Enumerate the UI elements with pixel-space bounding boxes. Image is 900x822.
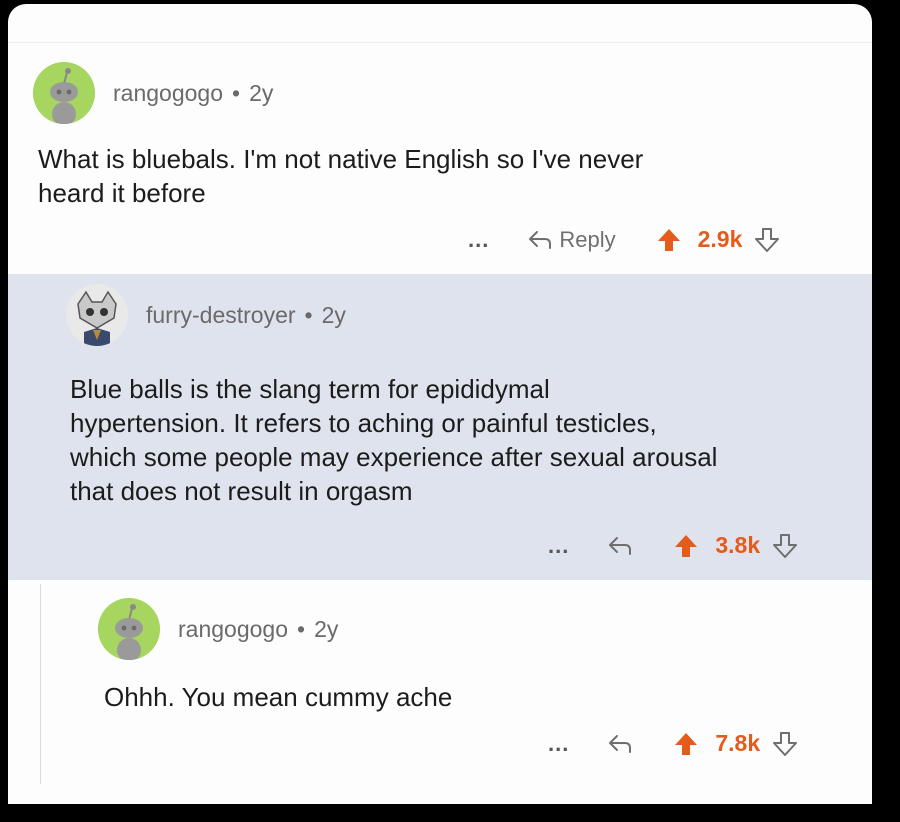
top-divider <box>8 42 872 43</box>
upvote-arrow-icon[interactable] <box>673 731 699 757</box>
vote-score: 2.9k <box>697 226 743 252</box>
comment-text-line: Blue balls is the slang term for epididy… <box>70 374 550 404</box>
comment-1-header: rangogogo • 2y <box>33 62 273 124</box>
comment-body: What is bluebals. I'm not native English… <box>38 142 643 210</box>
comment-age: 2y <box>249 79 274 106</box>
comment-1: rangogogo • 2y What is bluebals. I'm not… <box>8 56 872 272</box>
upvote-arrow-icon[interactable] <box>656 227 682 253</box>
comment-actions: ... 3.8k <box>548 532 798 559</box>
snoo-avatar-icon <box>33 62 95 124</box>
upvote-arrow-icon[interactable] <box>673 533 699 559</box>
username[interactable]: rangogogo <box>178 616 288 643</box>
meta-separator: • <box>304 301 313 328</box>
username[interactable]: rangogogo <box>113 80 223 107</box>
snoo-avatar-icon <box>98 598 160 660</box>
comment-text-line: What is bluebals. I'm not native English… <box>38 144 644 174</box>
comment-text-line: which some people may experience after s… <box>70 442 718 472</box>
more-dots-icon[interactable]: ... <box>548 533 569 559</box>
comment-2-header: furry-destroyer • 2y <box>66 284 346 346</box>
reply-button[interactable] <box>607 535 633 557</box>
more-dots-icon[interactable]: ... <box>548 731 569 757</box>
comment-meta: furry-destroyer • 2y <box>146 302 346 329</box>
comment-2: furry-destroyer • 2y Blue balls is the s… <box>8 274 872 580</box>
reply-arrow-icon <box>529 230 552 249</box>
downvote-arrow-icon[interactable] <box>754 227 780 253</box>
comment-thread-card: rangogogo • 2y What is bluebals. I'm not… <box>8 4 872 804</box>
user-avatar[interactable] <box>66 284 128 346</box>
comment-text-line: hypertension. It refers to aching or pai… <box>70 408 657 438</box>
downvote-arrow-icon[interactable] <box>772 731 798 757</box>
meta-separator: • <box>232 79 241 106</box>
comment-meta: rangogogo • 2y <box>178 616 338 643</box>
user-avatar[interactable] <box>33 62 95 124</box>
vote-score: 3.8k <box>715 532 761 558</box>
comment-age: 2y <box>321 301 346 328</box>
comment-body: Ohhh. You mean cummy ache <box>104 680 452 714</box>
comment-meta: rangogogo • 2y <box>113 80 273 107</box>
reply-button[interactable] <box>607 733 633 755</box>
meta-separator: • <box>297 615 306 642</box>
reply-button[interactable]: Reply <box>527 226 616 253</box>
furry-avatar-icon <box>66 284 128 346</box>
reply-label: Reply <box>559 226 616 252</box>
more-dots-icon[interactable]: ... <box>468 227 489 253</box>
vote-score: 7.8k <box>715 730 761 756</box>
comment-text-line: heard it before <box>38 178 206 208</box>
user-avatar[interactable] <box>98 598 160 660</box>
reply-arrow-icon <box>609 536 632 555</box>
downvote-arrow-icon[interactable] <box>772 533 798 559</box>
comment-actions: ... Reply 2.9k <box>468 226 780 253</box>
comment-text-line: that does not result in orgasm <box>70 476 413 506</box>
comment-body: Blue balls is the slang term for epididy… <box>70 372 717 508</box>
comment-3: rangogogo • 2y Ohhh. You mean cummy ache… <box>8 584 872 804</box>
comment-text-line: Ohhh. You mean cummy ache <box>104 682 453 712</box>
comment-actions: ... 7.8k <box>548 730 798 757</box>
comment-age: 2y <box>314 615 339 642</box>
reply-arrow-icon <box>609 734 632 753</box>
username[interactable]: furry-destroyer <box>146 302 296 329</box>
comment-3-header: rangogogo • 2y <box>98 598 338 660</box>
